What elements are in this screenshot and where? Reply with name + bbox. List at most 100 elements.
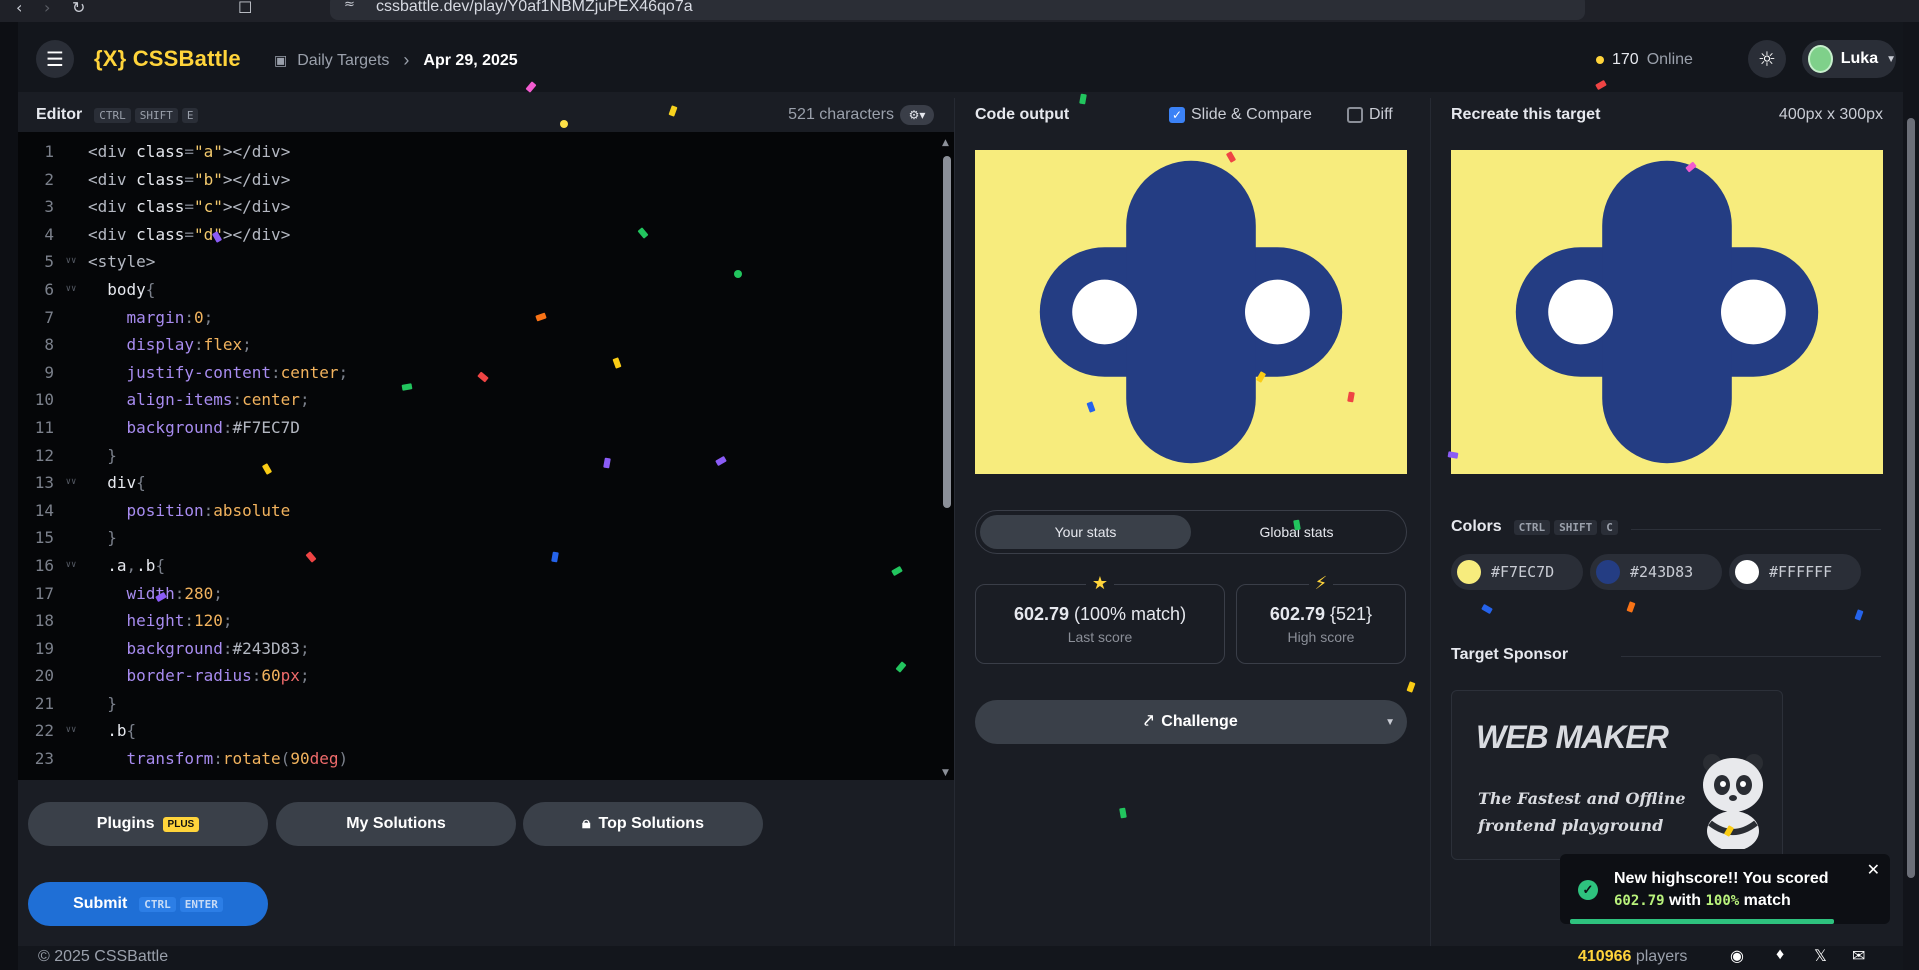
code-line[interactable]: 22 ∨∨ .b{ (18, 717, 938, 745)
color-hex: #F7EC7D (1491, 563, 1555, 581)
code-token: background (88, 638, 223, 658)
code-token: } (88, 528, 117, 548)
app-window: ☰ {X} CSSBattle ▣ Daily Targets › Apr 29… (18, 22, 1919, 970)
code-line[interactable]: 5 ∨∨ <style> (18, 248, 938, 276)
output-canvas[interactable] (975, 150, 1407, 474)
chevron-down-icon[interactable]: ▼ (1385, 717, 1395, 728)
code-line[interactable]: 21 } (18, 690, 938, 718)
top-solutions-button[interactable]: 🔒︎ Top Solutions (523, 802, 763, 846)
code-token: ></div> (222, 224, 291, 244)
code-line[interactable]: 16 ∨∨ .a, .b{ (18, 552, 938, 580)
code-line[interactable]: 14 position: absolute (18, 497, 938, 525)
fold-chevron-icon[interactable]: ∨∨ (54, 552, 88, 580)
fold-chevron-icon[interactable]: ∨∨ (54, 248, 88, 276)
line-number: 18 (34, 611, 54, 631)
discord-icon[interactable]: ◉ (1730, 946, 1744, 966)
high-score-chars: {521} (1330, 603, 1373, 624)
code-token: #243D83 (232, 638, 300, 658)
line-number: 20 (34, 666, 54, 686)
theme-toggle-button[interactable]: ☼ (1748, 40, 1786, 78)
code-line[interactable]: 19 background: #243D83; (18, 635, 938, 663)
fold-chevron-icon[interactable]: ∨∨ (54, 276, 88, 304)
code-token: "a" (193, 142, 223, 161)
code-line[interactable]: 3 <div class = "c" ></div> (18, 193, 938, 221)
code-line[interactable]: 15 } (18, 524, 938, 552)
code-line[interactable]: 18 height:120; (18, 607, 938, 635)
bookmark-icon[interactable]: ☐ (238, 0, 252, 17)
scrollbar-thumb[interactable] (1907, 118, 1915, 878)
high-score-label: High score (1287, 628, 1355, 645)
mail-icon[interactable]: ✉ (1852, 946, 1865, 966)
user-menu-button[interactable]: Luka ▼ (1802, 40, 1896, 78)
toast-progress-bar (1570, 919, 1834, 924)
code-token: ) (338, 749, 349, 769)
line-number: 24 (18, 773, 54, 778)
color-swatch[interactable]: #243D83 (1590, 554, 1722, 590)
code-line[interactable]: 8 display: flex; (18, 331, 938, 359)
breadcrumb-daily-targets[interactable]: Daily Targets (297, 52, 389, 70)
address-bar[interactable]: ≈ cssbattle.dev/play/Y0af1NBMZjuPEX46qo7… (330, 0, 1585, 20)
toast-score: 602.79 (1614, 893, 1665, 909)
logo[interactable]: {X} CSSBattle (94, 46, 241, 72)
code-line[interactable]: 10 align-items: center; (18, 386, 938, 414)
tab-your-stats[interactable]: Your stats (980, 515, 1191, 549)
target-canvas[interactable] (1451, 150, 1883, 474)
code-token: "b" (193, 169, 223, 189)
code-editor[interactable]: 1 <div class = "a" ></div> 2 <div class = "b" ></… (18, 138, 938, 778)
scroll-down-icon[interactable]: ▼ (942, 768, 949, 778)
code-line[interactable]: 23 transform: rotate(90 deg) (18, 745, 938, 773)
code-line[interactable]: 9 justify-content: center; (18, 359, 938, 387)
top-solutions-label: Top Solutions (598, 815, 704, 832)
forward-icon[interactable]: › (44, 0, 50, 17)
my-solutions-button[interactable]: My Solutions (276, 802, 516, 846)
menu-button[interactable]: ☰ (36, 40, 74, 78)
checkbox-checked-icon[interactable]: ✓ (1169, 107, 1185, 123)
code-token: { (126, 721, 137, 741)
site-info-icon[interactable]: ≈ (344, 0, 355, 12)
x-icon[interactable]: 𝕏 (1814, 946, 1827, 966)
close-icon[interactable]: ✕ (1867, 860, 1880, 880)
back-icon[interactable]: ‹ (16, 0, 22, 17)
line-number: 9 (44, 362, 54, 382)
colors-heading: Colors CTRL SHIFT C (1451, 518, 1618, 536)
diff-toggle[interactable]: Diff (1347, 106, 1393, 124)
code-line[interactable]: 20 border-radius:60 px; (18, 662, 938, 690)
fold-chevron-icon[interactable]: ∨∨ (54, 469, 88, 497)
code-line[interactable]: 12 } (18, 442, 938, 470)
page-scrollbar[interactable] (1903, 22, 1919, 970)
color-swatch[interactable]: #FFFFFF (1729, 554, 1861, 590)
plugins-button[interactable]: Plugins PLUS (28, 802, 268, 846)
code-line[interactable]: 13 ∨∨ div{ (18, 469, 938, 497)
last-score-number: 602.79 (1013, 603, 1069, 624)
bluesky-icon[interactable]: ♦ (1776, 946, 1784, 964)
code-line[interactable]: 17 width:280; (18, 580, 938, 608)
editor-scrollbar[interactable]: ▲ ▼ (940, 138, 954, 778)
code-token: : (184, 611, 194, 631)
code-token: { (136, 473, 146, 493)
code-line[interactable]: 1 <div class = "a" ></div> (18, 138, 938, 166)
color-swatch[interactable]: #F7EC7D (1451, 554, 1583, 590)
slide-compare-toggle[interactable]: ✓ Slide & Compare (1169, 106, 1312, 124)
editor-settings-button[interactable]: ⚙▾ (900, 105, 934, 125)
character-count: 521 characters (788, 106, 894, 123)
sponsor-banner[interactable]: WEB MAKER The Fastest and Offline fronte… (1451, 690, 1783, 860)
last-score-label: Last score (1067, 628, 1133, 645)
code-line[interactable]: 24 } (18, 773, 938, 778)
scroll-up-icon[interactable]: ▲ (942, 138, 949, 148)
code-line[interactable]: 4 <div class = "d" ></div> (18, 221, 938, 249)
code-line[interactable]: 2 <div class = "b" ></div> (18, 166, 938, 194)
color-hex: #FFFFFF (1769, 563, 1833, 581)
scrollbar-thumb[interactable] (943, 156, 951, 508)
checkbox-unchecked-icon[interactable] (1347, 107, 1363, 123)
code-line[interactable]: 7 margin:0; (18, 304, 938, 332)
fold-chevron-icon[interactable]: ∨∨ (54, 717, 88, 745)
reload-icon[interactable]: ↻ (72, 0, 85, 17)
color-hex: #243D83 (1630, 563, 1694, 581)
code-token: : (213, 749, 223, 769)
line-number: 13 (34, 473, 54, 493)
challenge-button[interactable]: ⤤ Challenge ▼ (975, 700, 1407, 744)
code-line[interactable]: 6 ∨∨ body{ (18, 276, 938, 304)
submit-button[interactable]: Submit CTRL ENTER (28, 882, 268, 926)
lock-icon: 🔒︎ (582, 815, 591, 832)
code-line[interactable]: 11 background: #F7EC7D (18, 414, 938, 442)
